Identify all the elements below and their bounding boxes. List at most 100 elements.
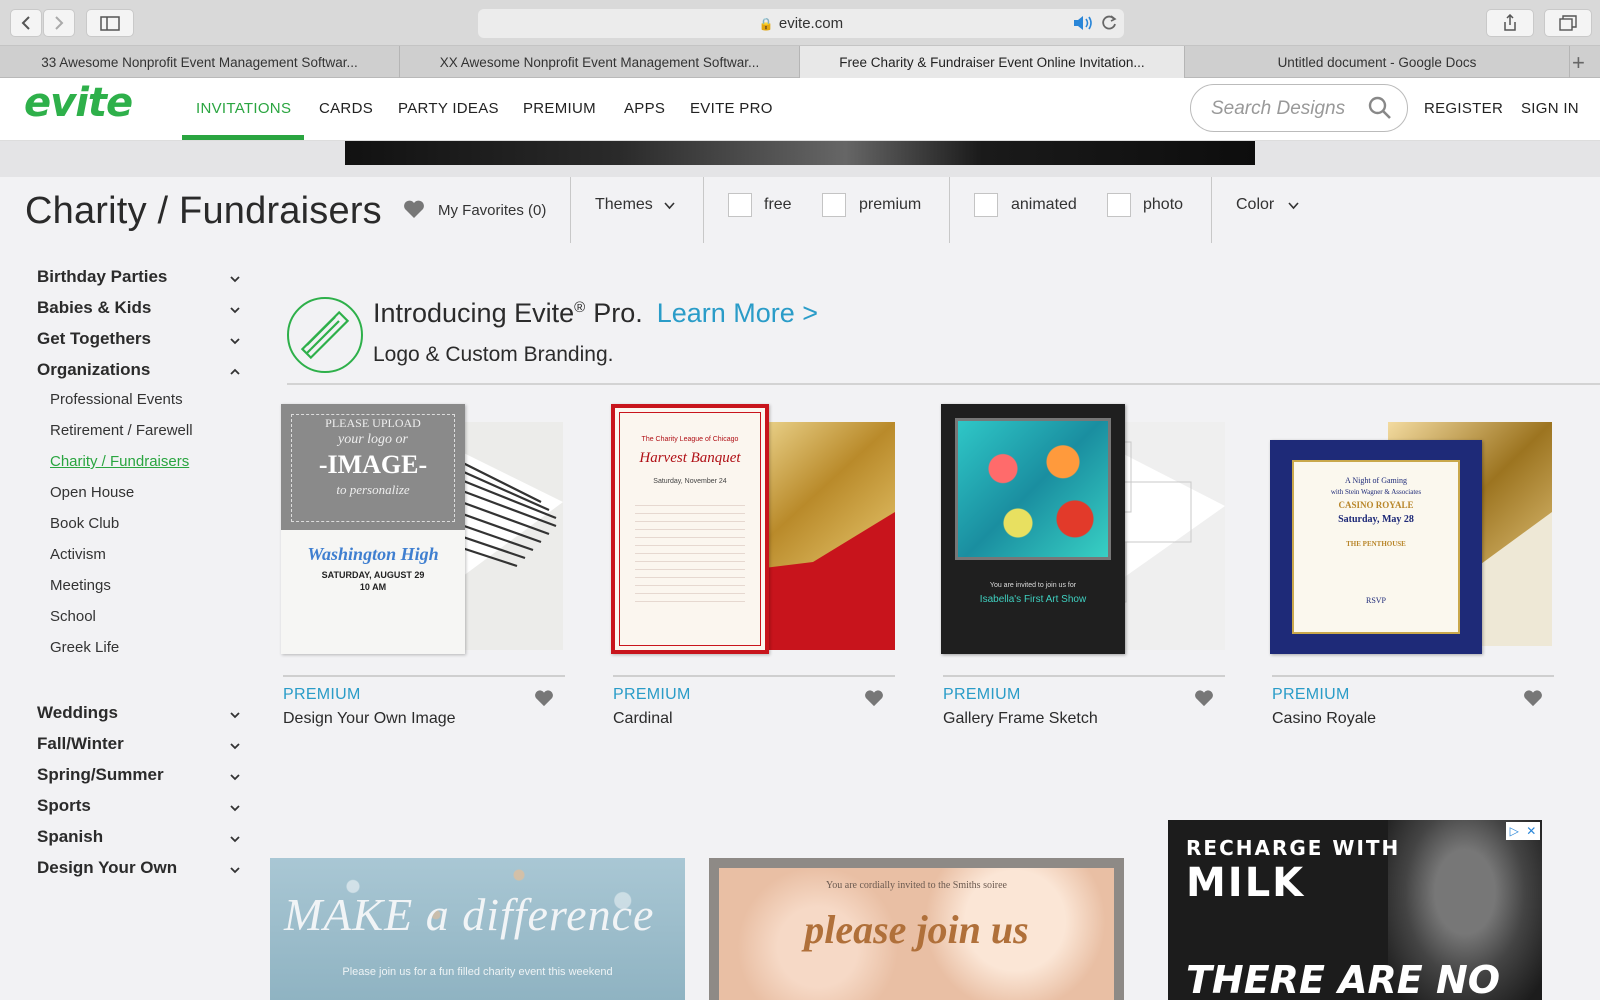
category-get-togethers[interactable]: Get Togethers bbox=[37, 329, 151, 349]
nav-evite-pro[interactable]: EVITE PRO bbox=[690, 100, 773, 117]
heart-icon[interactable] bbox=[403, 199, 425, 219]
tabs-overview-button[interactable] bbox=[1544, 9, 1592, 37]
card-title[interactable]: Cardinal bbox=[613, 710, 673, 728]
sub-charity-fundraisers[interactable]: Charity / Fundraisers bbox=[50, 453, 189, 470]
card-title[interactable]: Casino Royale bbox=[1272, 710, 1376, 728]
chevron-down-icon[interactable] bbox=[229, 864, 241, 876]
site-header: evite INVITATIONS CARDS PARTY IDEAS PREM… bbox=[0, 78, 1600, 141]
art-text: You are cordially invited to the Smiths … bbox=[826, 880, 1007, 891]
themes-dropdown[interactable]: Themes bbox=[595, 196, 653, 214]
reload-icon[interactable] bbox=[1100, 14, 1118, 37]
sub-book-club[interactable]: Book Club bbox=[50, 515, 119, 532]
category-spring-summer[interactable]: Spring/Summer bbox=[37, 765, 164, 785]
address-bar[interactable]: 🔒 evite.com bbox=[478, 9, 1124, 38]
share-button[interactable] bbox=[1486, 9, 1534, 37]
chevron-down-icon[interactable] bbox=[229, 833, 241, 845]
sub-school[interactable]: School bbox=[50, 608, 96, 625]
sign-in-link[interactable]: SIGN IN bbox=[1521, 100, 1579, 117]
tier-label: PREMIUM bbox=[943, 686, 1021, 703]
tier-label: PREMIUM bbox=[1272, 686, 1350, 703]
category-babies-kids[interactable]: Babies & Kids bbox=[37, 298, 151, 318]
invitation-card[interactable]: You are invited to join us for Isabella'… bbox=[941, 404, 1231, 734]
back-button[interactable] bbox=[10, 9, 42, 37]
advertisement[interactable]: RECHARGE WITH MILK THERE ARE NO ▷ ✕ bbox=[1168, 820, 1542, 1000]
heart-icon[interactable] bbox=[864, 689, 884, 707]
divider bbox=[570, 177, 571, 243]
nav-cards[interactable]: CARDS bbox=[319, 100, 373, 117]
animated-checkbox[interactable] bbox=[974, 193, 998, 217]
pencil-ruler-icon bbox=[287, 297, 363, 373]
category-sports[interactable]: Sports bbox=[37, 796, 91, 816]
art-text: THE PENTHOUSE bbox=[1346, 540, 1406, 548]
divider bbox=[1272, 675, 1554, 677]
sub-professional-events[interactable]: Professional Events bbox=[50, 391, 183, 408]
chevron-down-icon[interactable] bbox=[229, 709, 241, 721]
category-birthday-parties[interactable]: Birthday Parties bbox=[37, 267, 167, 287]
chevron-down-icon[interactable] bbox=[229, 740, 241, 752]
new-tab-icon[interactable]: + bbox=[1572, 50, 1585, 76]
card-thumbnail[interactable]: The Charity League of Chicago Harvest Ba… bbox=[611, 404, 901, 656]
ad-choices-icon[interactable]: ▷ ✕ bbox=[1506, 822, 1540, 840]
invitation-card[interactable]: PLEASE UPLOAD your logo or -IMAGE- to pe… bbox=[281, 404, 571, 734]
nav-invitations[interactable]: INVITATIONS bbox=[196, 100, 291, 117]
category-fall-winter[interactable]: Fall/Winter bbox=[37, 734, 124, 754]
invitation-card[interactable]: MAKE a difference Please join us for a f… bbox=[270, 858, 685, 1000]
learn-more-link[interactable]: Learn More > bbox=[657, 298, 818, 328]
close-icon[interactable]: ✕ bbox=[1526, 824, 1536, 838]
evite-logo[interactable]: evite bbox=[24, 80, 133, 126]
browser-tab-active[interactable]: Free Charity & Fundraiser Event Online I… bbox=[800, 46, 1185, 78]
browser-tab[interactable]: Untitled document - Google Docs bbox=[1185, 46, 1570, 78]
heart-icon[interactable] bbox=[534, 689, 554, 707]
card-title[interactable]: Gallery Frame Sketch bbox=[943, 710, 1098, 728]
invitation-card[interactable]: A Night of Gaming with Stein Wagner & As… bbox=[1270, 404, 1560, 734]
nav-premium[interactable]: PREMIUM bbox=[523, 100, 596, 117]
nav-party-ideas[interactable]: PARTY IDEAS bbox=[398, 100, 499, 117]
heart-icon[interactable] bbox=[1194, 689, 1214, 707]
invitation-card[interactable]: You are cordially invited to the Smiths … bbox=[709, 858, 1124, 1000]
sub-activism[interactable]: Activism bbox=[50, 546, 106, 563]
banner-ad[interactable] bbox=[345, 141, 1255, 165]
card-thumbnail[interactable]: A Night of Gaming with Stein Wagner & As… bbox=[1270, 404, 1560, 656]
category-spanish[interactable]: Spanish bbox=[37, 827, 103, 847]
sub-open-house[interactable]: Open House bbox=[50, 484, 134, 501]
category-organizations[interactable]: Organizations bbox=[37, 360, 150, 380]
registered-mark: ® bbox=[574, 299, 586, 316]
chevron-down-icon bbox=[664, 202, 675, 210]
card-thumbnail[interactable]: You are invited to join us for Isabella'… bbox=[941, 404, 1231, 656]
chevron-down-icon[interactable] bbox=[229, 802, 241, 814]
art-text: MAKE a difference bbox=[284, 889, 655, 940]
photo-label: photo bbox=[1143, 196, 1184, 213]
heart-icon[interactable] bbox=[1523, 689, 1543, 707]
my-favorites-link[interactable]: My Favorites (0) bbox=[438, 202, 546, 219]
premium-checkbox[interactable] bbox=[822, 193, 846, 217]
sub-retirement-farewell[interactable]: Retirement / Farewell bbox=[50, 422, 193, 439]
sub-greek-life[interactable]: Greek Life bbox=[50, 639, 119, 656]
chevron-down-icon[interactable] bbox=[229, 273, 241, 285]
category-design-your-own[interactable]: Design Your Own bbox=[37, 858, 177, 878]
photo-checkbox[interactable] bbox=[1107, 193, 1131, 217]
search-input[interactable]: Search Designs bbox=[1190, 84, 1408, 132]
search-icon[interactable] bbox=[1367, 95, 1393, 121]
card-thumbnail[interactable]: PLEASE UPLOAD your logo or -IMAGE- to pe… bbox=[281, 404, 571, 656]
browser-tab[interactable]: XX Awesome Nonprofit Event Management So… bbox=[400, 46, 800, 78]
sub-meetings[interactable]: Meetings bbox=[50, 577, 111, 594]
register-link[interactable]: REGISTER bbox=[1424, 100, 1503, 117]
divider bbox=[283, 675, 565, 677]
chevron-up-icon[interactable] bbox=[229, 366, 241, 378]
invitation-card[interactable]: The Charity League of Chicago Harvest Ba… bbox=[611, 404, 901, 734]
sidebar-toggle-button[interactable] bbox=[86, 9, 134, 37]
art-text: Washington High bbox=[307, 544, 439, 564]
tier-label: PREMIUM bbox=[283, 686, 361, 703]
nav-apps[interactable]: APPS bbox=[624, 100, 665, 117]
chevron-down-icon[interactable] bbox=[229, 771, 241, 783]
card-title[interactable]: Design Your Own Image bbox=[283, 710, 456, 728]
free-checkbox[interactable] bbox=[728, 193, 752, 217]
color-dropdown[interactable]: Color bbox=[1236, 196, 1274, 214]
chevron-down-icon[interactable] bbox=[229, 335, 241, 347]
category-weddings[interactable]: Weddings bbox=[37, 703, 118, 723]
browser-tab[interactable]: 33 Awesome Nonprofit Event Management So… bbox=[0, 46, 400, 78]
forward-button[interactable] bbox=[43, 9, 75, 37]
premium-label: premium bbox=[859, 196, 922, 213]
audio-icon[interactable] bbox=[1072, 15, 1094, 36]
chevron-down-icon[interactable] bbox=[229, 304, 241, 316]
